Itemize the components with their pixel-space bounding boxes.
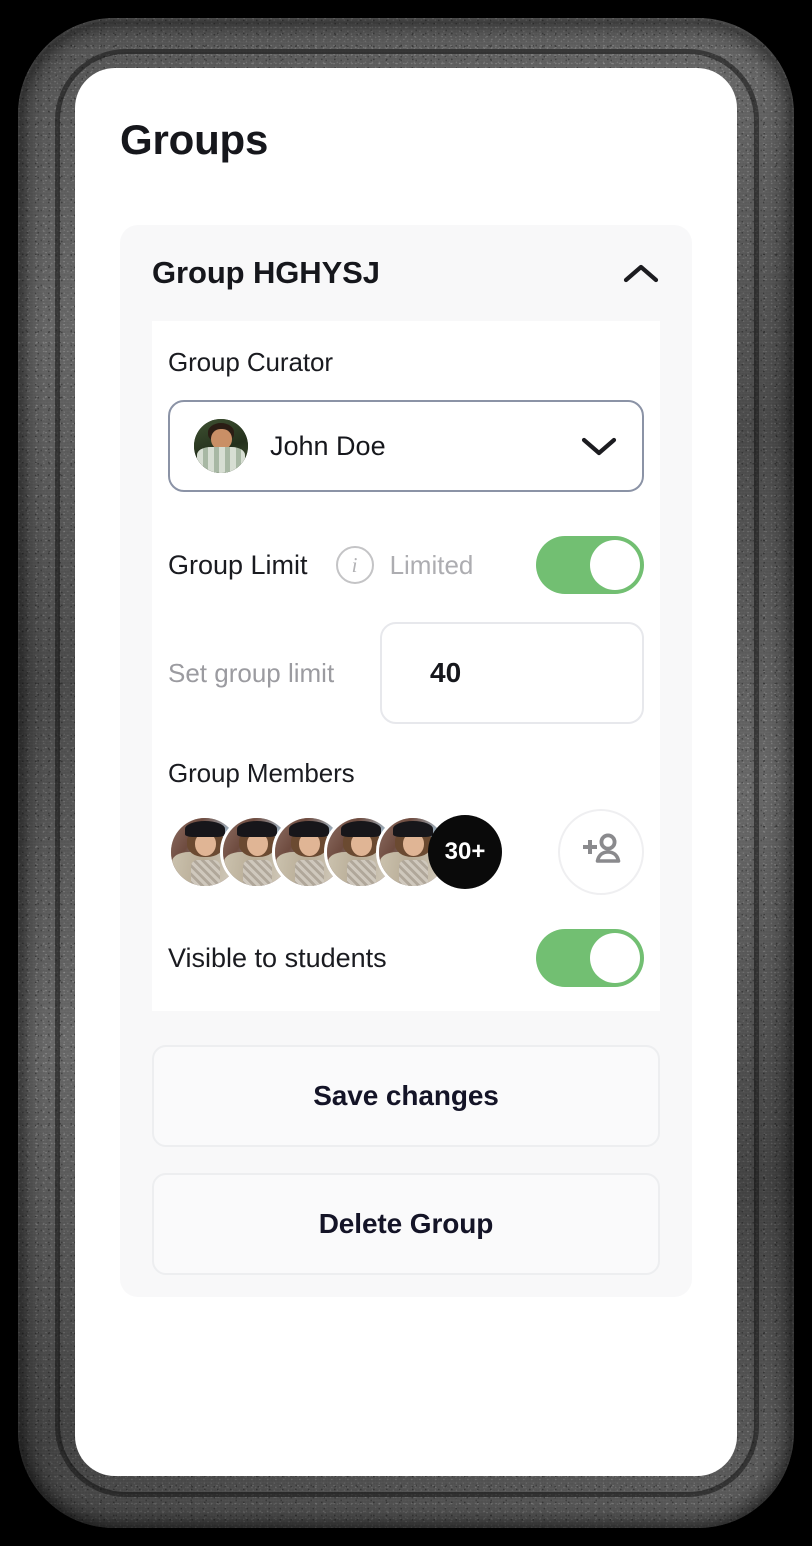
device-frame: Groups Group HGHYSJ Group Curator John D… [0,0,812,1546]
add-member-button[interactable] [558,809,644,895]
group-card: Group HGHYSJ Group Curator John Doe Grou… [120,225,692,1297]
phone-screen: Groups Group HGHYSJ Group Curator John D… [75,68,737,1476]
visible-to-students-row: Visible to students [168,927,644,989]
person-add-icon [579,831,623,874]
set-group-limit-row: Set group limit 40 [168,622,644,724]
set-group-limit-label: Set group limit [168,657,335,688]
curator-select[interactable]: John Doe [168,400,644,492]
group-limit-label: Group Limit [168,549,308,580]
group-members-row: 30+ [168,809,644,895]
group-limit-toggle-knob [590,540,640,590]
group-card-title: Group HGHYSJ [152,255,380,290]
visible-to-students-toggle[interactable] [536,929,644,987]
chevron-down-icon[interactable] [580,433,618,459]
member-overflow-count[interactable]: 30+ [428,815,502,889]
visible-to-students-label: Visible to students [168,942,387,973]
card-actions: Save changes Delete Group [120,1045,692,1275]
group-settings-panel: Group Curator John Doe Group Limit i Lim… [152,321,660,1011]
info-icon[interactable]: i [335,546,374,584]
group-limit-row: Group Limit i Limited [168,536,644,594]
visible-to-students-toggle-knob [590,933,640,983]
curator-avatar [194,419,248,473]
group-members-label: Group Members [168,758,355,788]
page-title: Groups [120,116,269,163]
member-avatar-stack: 30+ [168,815,558,889]
group-limit-status-text: Limited [389,549,474,580]
curator-label: Group Curator [168,347,333,377]
group-limit-toggle[interactable] [536,536,644,594]
delete-group-button[interactable]: Delete Group [152,1173,660,1275]
curator-selected-name: John Doe [270,430,386,461]
chevron-up-icon[interactable] [622,260,660,286]
set-group-limit-input[interactable]: 40 [380,622,644,724]
save-changes-button[interactable]: Save changes [152,1045,660,1147]
group-card-header[interactable]: Group HGHYSJ [120,225,692,321]
